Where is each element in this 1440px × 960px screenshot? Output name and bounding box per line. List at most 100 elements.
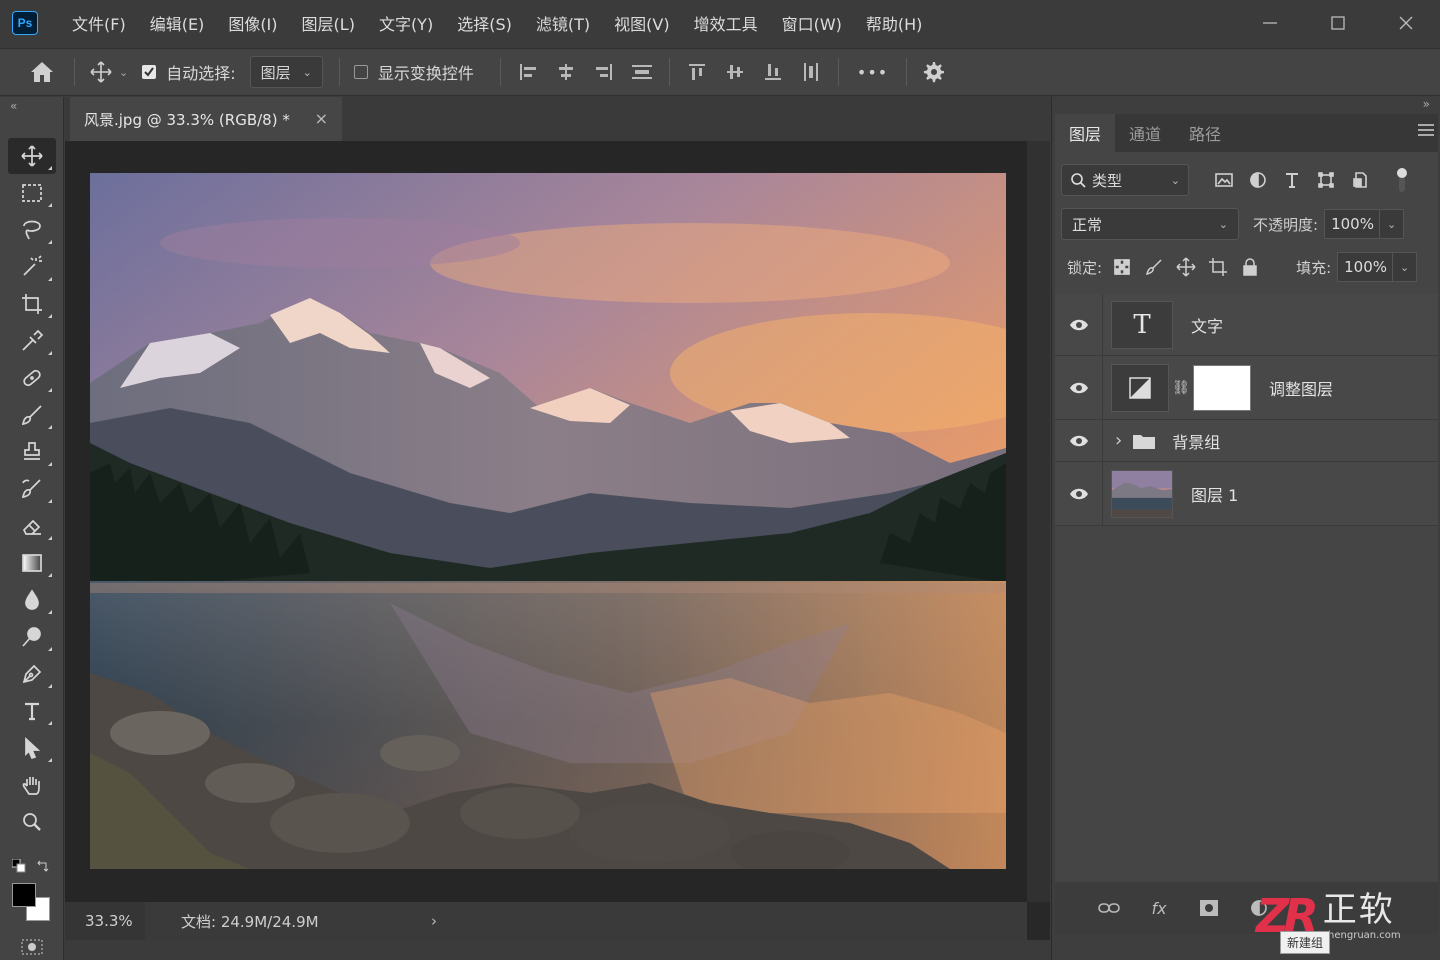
distribute-vertical-button[interactable] — [623, 54, 661, 90]
move-tool-preset[interactable] — [83, 54, 119, 90]
dodge-tool[interactable] — [8, 619, 56, 655]
layer-name[interactable]: 背景组 — [1172, 429, 1220, 453]
foreground-color-swatch[interactable] — [12, 883, 36, 907]
align-hcenter-button[interactable] — [547, 54, 585, 90]
crop-tool[interactable] — [8, 286, 56, 322]
auto-select-target-dropdown[interactable]: 图层 ⌄ — [249, 56, 323, 88]
collapse-toolbar-button[interactable]: « — [0, 97, 63, 117]
marquee-tool[interactable] — [8, 175, 56, 211]
swap-colors-icon[interactable] — [36, 859, 50, 873]
visibility-toggle[interactable] — [1055, 294, 1103, 355]
chain-link-icon[interactable]: ⛓ — [1169, 380, 1193, 396]
tab-paths[interactable]: 路径 — [1175, 114, 1235, 152]
minimize-button[interactable] — [1236, 0, 1304, 46]
menu-layer[interactable]: 图层(L) — [290, 0, 367, 46]
layer-kind-filter[interactable]: 类型 ⌄ — [1061, 164, 1189, 196]
quick-mask-icon[interactable] — [20, 937, 44, 960]
tab-channels[interactable]: 通道 — [1115, 114, 1175, 152]
healing-brush-tool[interactable] — [8, 360, 56, 396]
menu-type[interactable]: 文字(Y) — [367, 0, 445, 46]
filter-type-button[interactable] — [1275, 164, 1309, 196]
close-window-button[interactable] — [1372, 0, 1440, 46]
visibility-toggle[interactable] — [1055, 462, 1103, 525]
align-left-button[interactable] — [509, 54, 547, 90]
fill-field[interactable]: 100% — [1337, 252, 1394, 282]
align-top-button[interactable] — [678, 54, 716, 90]
settings-button[interactable] — [915, 54, 951, 90]
chevron-down-icon[interactable]: ⌄ — [119, 66, 128, 79]
canvas-image[interactable] — [90, 173, 1006, 869]
pen-tool[interactable] — [8, 656, 56, 692]
lock-position-button[interactable] — [1170, 252, 1202, 282]
align-vcenter-button[interactable] — [716, 54, 754, 90]
align-right-button[interactable] — [585, 54, 623, 90]
close-tab-icon[interactable]: × — [315, 109, 328, 128]
default-colors-icon[interactable] — [11, 858, 26, 873]
lasso-tool[interactable] — [8, 212, 56, 248]
zoom-tool[interactable] — [8, 804, 56, 840]
menu-image[interactable]: 图像(I) — [216, 0, 289, 46]
filter-pixel-button[interactable] — [1207, 164, 1241, 196]
history-brush-tool[interactable] — [8, 471, 56, 507]
menu-help[interactable]: 帮助(H) — [854, 0, 935, 46]
opacity-field[interactable]: 100% — [1324, 209, 1381, 239]
distribute-horizontal-button[interactable] — [792, 54, 830, 90]
filter-shape-button[interactable] — [1309, 164, 1343, 196]
vertical-scrollbar[interactable] — [1027, 141, 1050, 902]
menu-view[interactable]: 视图(V) — [602, 0, 681, 46]
layer-row-text[interactable]: T 文字 — [1055, 294, 1438, 356]
document-tab[interactable]: 风景.jpg @ 33.3% (RGB/8) * × — [70, 97, 342, 141]
lock-artboard-button[interactable] — [1202, 252, 1234, 282]
more-options-button[interactable]: ••• — [857, 63, 888, 82]
brush-tool[interactable] — [8, 397, 56, 433]
menu-select[interactable]: 选择(S) — [445, 0, 524, 46]
canvas-viewport[interactable] — [65, 141, 1027, 902]
move-tool[interactable] — [8, 138, 56, 174]
collapse-panels-button[interactable]: » — [1052, 97, 1440, 114]
add-mask-button[interactable] — [1195, 894, 1223, 922]
eyedropper-tool[interactable] — [8, 323, 56, 359]
layer-row-group[interactable]: › 背景组 — [1055, 420, 1438, 462]
eraser-tool[interactable] — [8, 508, 56, 544]
tab-layers[interactable]: 图层 — [1055, 114, 1116, 152]
maximize-button[interactable] — [1304, 0, 1372, 46]
clone-stamp-tool[interactable] — [8, 434, 56, 470]
menu-window[interactable]: 窗口(W) — [770, 0, 854, 46]
hand-tool[interactable] — [8, 767, 56, 803]
layer-name[interactable]: 文字 — [1191, 313, 1223, 337]
filter-adjustment-button[interactable] — [1241, 164, 1275, 196]
show-transform-checkbox[interactable] — [353, 65, 368, 79]
visibility-toggle[interactable] — [1055, 356, 1103, 419]
filter-toggle-switch[interactable] — [1385, 164, 1419, 196]
menu-file[interactable]: 文件(F) — [60, 0, 138, 46]
menu-plugins[interactable]: 增效工具 — [682, 0, 770, 46]
link-layers-button[interactable] — [1095, 894, 1123, 922]
menu-edit[interactable]: 编辑(E) — [138, 0, 217, 46]
layer-row-pixel[interactable]: 图层 1 — [1055, 462, 1438, 526]
panel-menu-icon[interactable] — [1418, 124, 1434, 139]
chevron-right-icon[interactable]: › — [1115, 430, 1122, 451]
blend-mode-dropdown[interactable]: 正常 ⌄ — [1061, 208, 1239, 240]
auto-select-checkbox[interactable] — [142, 65, 157, 79]
lock-all-button[interactable] — [1234, 252, 1266, 282]
zoom-level-field[interactable]: 33.3% — [65, 902, 145, 940]
path-selection-tool[interactable] — [8, 730, 56, 766]
layer-row-adjustment[interactable]: ⛓ 调整图层 — [1055, 356, 1438, 420]
layer-name[interactable]: 图层 1 — [1191, 482, 1238, 506]
magic-wand-tool[interactable] — [8, 249, 56, 285]
layer-name[interactable]: 调整图层 — [1269, 376, 1333, 400]
align-bottom-button[interactable] — [754, 54, 792, 90]
status-menu-arrow[interactable]: › — [431, 912, 437, 930]
layer-effects-button[interactable]: fx — [1145, 894, 1173, 922]
lock-transparent-button[interactable] — [1106, 252, 1138, 282]
horizontal-scrollbar[interactable] — [65, 940, 1050, 960]
document-info[interactable]: 文档: 24.9M/24.9M — [181, 911, 431, 932]
opacity-dropdown[interactable]: ⌄ — [1380, 209, 1405, 239]
layer-mask-thumbnail[interactable] — [1193, 364, 1251, 411]
lock-pixels-button[interactable] — [1138, 252, 1170, 282]
blur-tool[interactable] — [8, 582, 56, 618]
type-tool[interactable] — [8, 693, 56, 729]
home-button[interactable] — [24, 54, 60, 90]
menu-filter[interactable]: 滤镜(T) — [524, 0, 602, 46]
fill-dropdown[interactable]: ⌄ — [1393, 252, 1418, 282]
